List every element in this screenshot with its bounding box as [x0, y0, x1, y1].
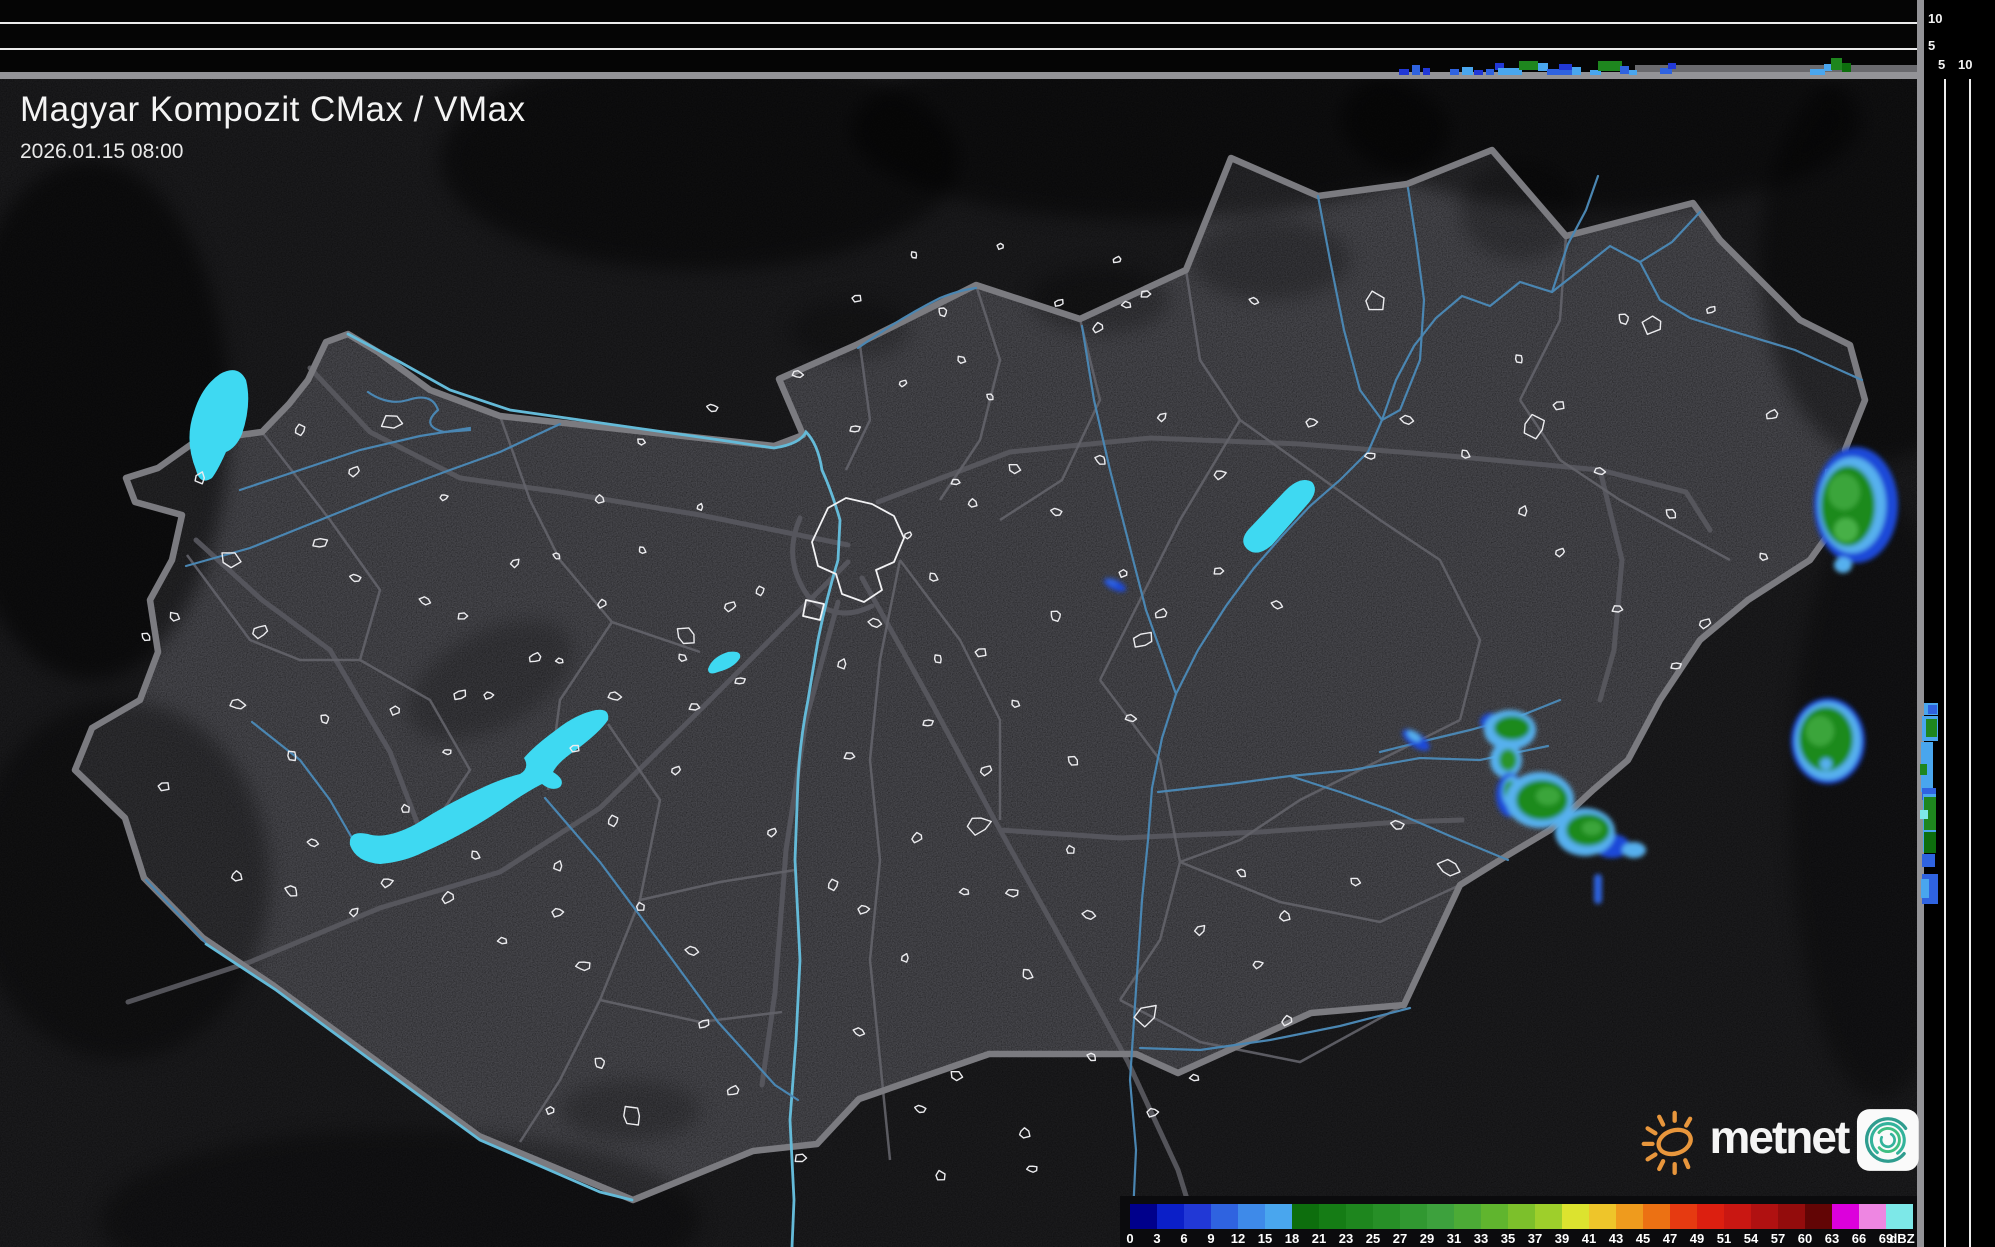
right-height-panel [1924, 75, 1995, 1247]
sun-icon [1641, 1110, 1693, 1175]
height-line-10km [0, 22, 1917, 24]
colorbar-cells [1130, 1204, 1913, 1229]
page-title: Magyar Kompozit CMax / VMax [20, 90, 526, 129]
hillshade-grain [0, 0, 1917, 1247]
metnet-logo[interactable]: metnet [1638, 1098, 1920, 1182]
top-scale-5: 5 [1928, 38, 1936, 53]
right-scale-5: 5 [1938, 57, 1946, 72]
terrain-profile-band [1635, 65, 1917, 72]
timestamp: 2026.01.15 08:00 [20, 140, 184, 163]
right-scale-10: 10 [1958, 57, 1973, 72]
colorbar-unit: dBZ [1889, 1231, 1915, 1246]
top-scale-10: 10 [1928, 11, 1943, 26]
metnet-app-icon [1857, 1109, 1920, 1171]
logo-wordmark: metnet [1709, 1111, 1850, 1163]
height-line-5km-v [1944, 75, 1946, 1247]
title-block: Magyar Kompozit CMax / VMax 2026.01.15 0… [20, 90, 526, 164]
height-line-10km-v [1969, 75, 1971, 1247]
top-height-panel [0, 0, 1917, 72]
colorbar-labels: 0 3 6 9 12 15 18 21 23 25 27 29 31 33 35 37 39 41 43 45 47 49… [1126, 1231, 1915, 1246]
vertical-separator [1917, 0, 1924, 1247]
radar-map[interactable] [0, 0, 1917, 1247]
height-line-5km [0, 48, 1917, 50]
radar-viewer: 10 5 5 10 Magyar Kompozit CMax / VMax 20… [0, 0, 1995, 1247]
reflectivity-colorbar: 0 3 6 9 12 15 18 21 23 25 27 29 31 33 35 37 39 41 43 45 47 49… [1120, 1196, 1917, 1247]
